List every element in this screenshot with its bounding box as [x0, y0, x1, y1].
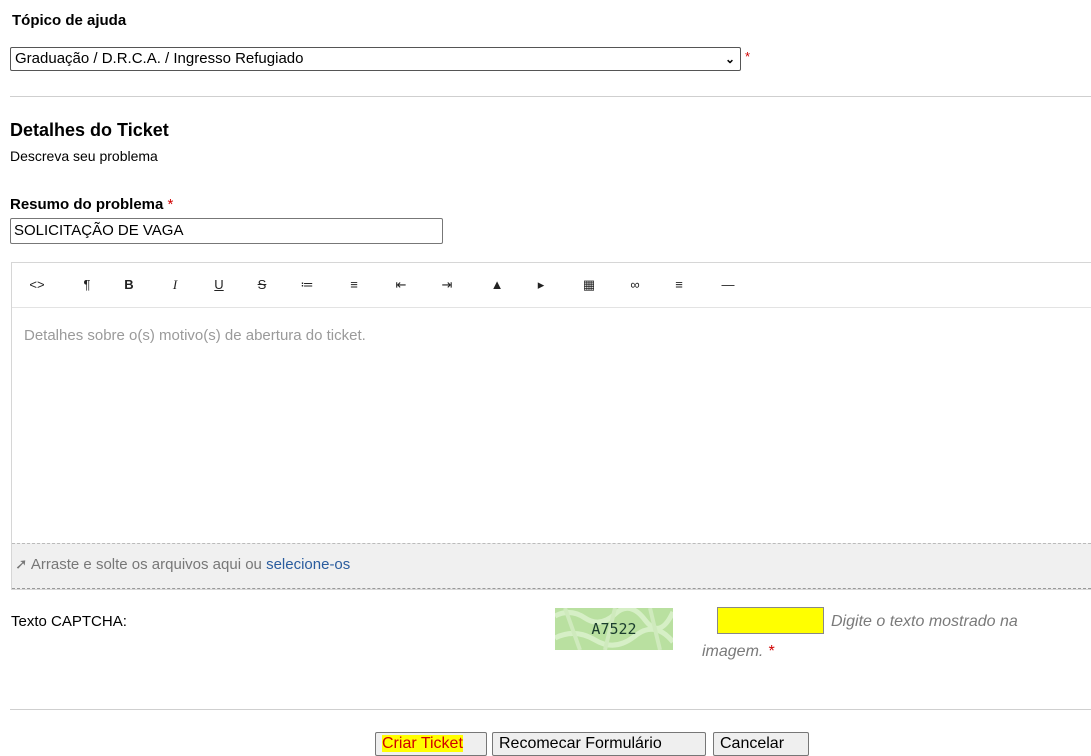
topic-label: Tópico de ajuda: [12, 12, 127, 29]
section-subtitle: Descreva seu problema: [10, 148, 158, 164]
dropzone-text: Arraste e solte os arquivos aqui ou: [30, 556, 262, 573]
captcha-hint-line2: imagem. *: [702, 643, 774, 661]
editor-placeholder[interactable]: Detalhes sobre o(s) motivo(s) de abertur…: [24, 327, 366, 344]
summary-label: Resumo do problema *: [10, 196, 173, 213]
horizontal-rule-icon[interactable]: —: [717, 275, 739, 295]
summary-label-text: Resumo do problema: [10, 196, 164, 213]
summary-input[interactable]: SOLICITAÇÃO DE VAGA: [10, 218, 443, 244]
topic-select-value: Graduação / D.R.C.A. / Ingresso Refugiad…: [15, 50, 304, 67]
table-icon[interactable]: ▦: [578, 275, 600, 295]
image-icon[interactable]: ▲: [486, 275, 508, 295]
underline-icon[interactable]: U: [208, 275, 230, 295]
italic-icon[interactable]: I: [164, 275, 186, 295]
required-marker: *: [767, 643, 775, 660]
create-ticket-button[interactable]: Criar Ticket: [375, 732, 487, 756]
paragraph-icon[interactable]: ¶: [76, 275, 98, 295]
reset-form-button[interactable]: Recomecar Formulário: [492, 732, 706, 756]
align-icon[interactable]: ≡: [668, 275, 690, 295]
captcha-input[interactable]: [717, 607, 824, 634]
create-ticket-label: Criar Ticket: [382, 735, 463, 752]
divider: [10, 96, 1091, 97]
file-dropzone[interactable]: ➚ Arraste e solte os arquivos aqui ou se…: [12, 543, 1091, 589]
captcha-code: A7522: [591, 620, 637, 638]
chevron-down-icon: ⌄: [724, 52, 735, 66]
captcha-hint-text: imagem.: [702, 643, 764, 660]
ordered-list-icon[interactable]: ≡: [343, 275, 365, 295]
link-icon[interactable]: ∞: [624, 275, 646, 295]
code-icon[interactable]: <>: [26, 275, 48, 295]
required-marker: *: [745, 49, 751, 64]
video-icon[interactable]: ▸: [530, 275, 552, 295]
select-files-link[interactable]: selecione-os: [266, 556, 350, 573]
captcha-label: Texto CAPTCHA:: [11, 613, 127, 630]
indent-icon[interactable]: ⇥: [436, 275, 458, 295]
editor-toolbar: <> ¶ B I U S ≔ ≡ ⇤ ⇥ ▲ ▸ ▦ ∞ ≡ —: [12, 263, 1091, 308]
required-marker: *: [167, 196, 174, 213]
bold-icon[interactable]: B: [118, 275, 140, 295]
section-title: Detalhes do Ticket: [10, 120, 169, 140]
captcha-hint: Digite o texto mostrado na: [831, 613, 1018, 630]
topic-select[interactable]: Graduação / D.R.C.A. / Ingresso Refugiad…: [10, 47, 741, 71]
outdent-icon[interactable]: ⇤: [390, 275, 412, 295]
captcha-image: A7522: [555, 608, 673, 650]
rich-text-editor[interactable]: <> ¶ B I U S ≔ ≡ ⇤ ⇥ ▲ ▸ ▦ ∞ ≡ — Detalhes sobre o(s) mo…: [11, 262, 1091, 590]
unordered-list-icon[interactable]: ≔: [296, 275, 318, 295]
cancel-button[interactable]: Cancelar: [713, 732, 809, 756]
strikethrough-icon[interactable]: S: [251, 275, 273, 295]
divider: [10, 709, 1091, 710]
upload-icon: ➚: [15, 556, 28, 573]
